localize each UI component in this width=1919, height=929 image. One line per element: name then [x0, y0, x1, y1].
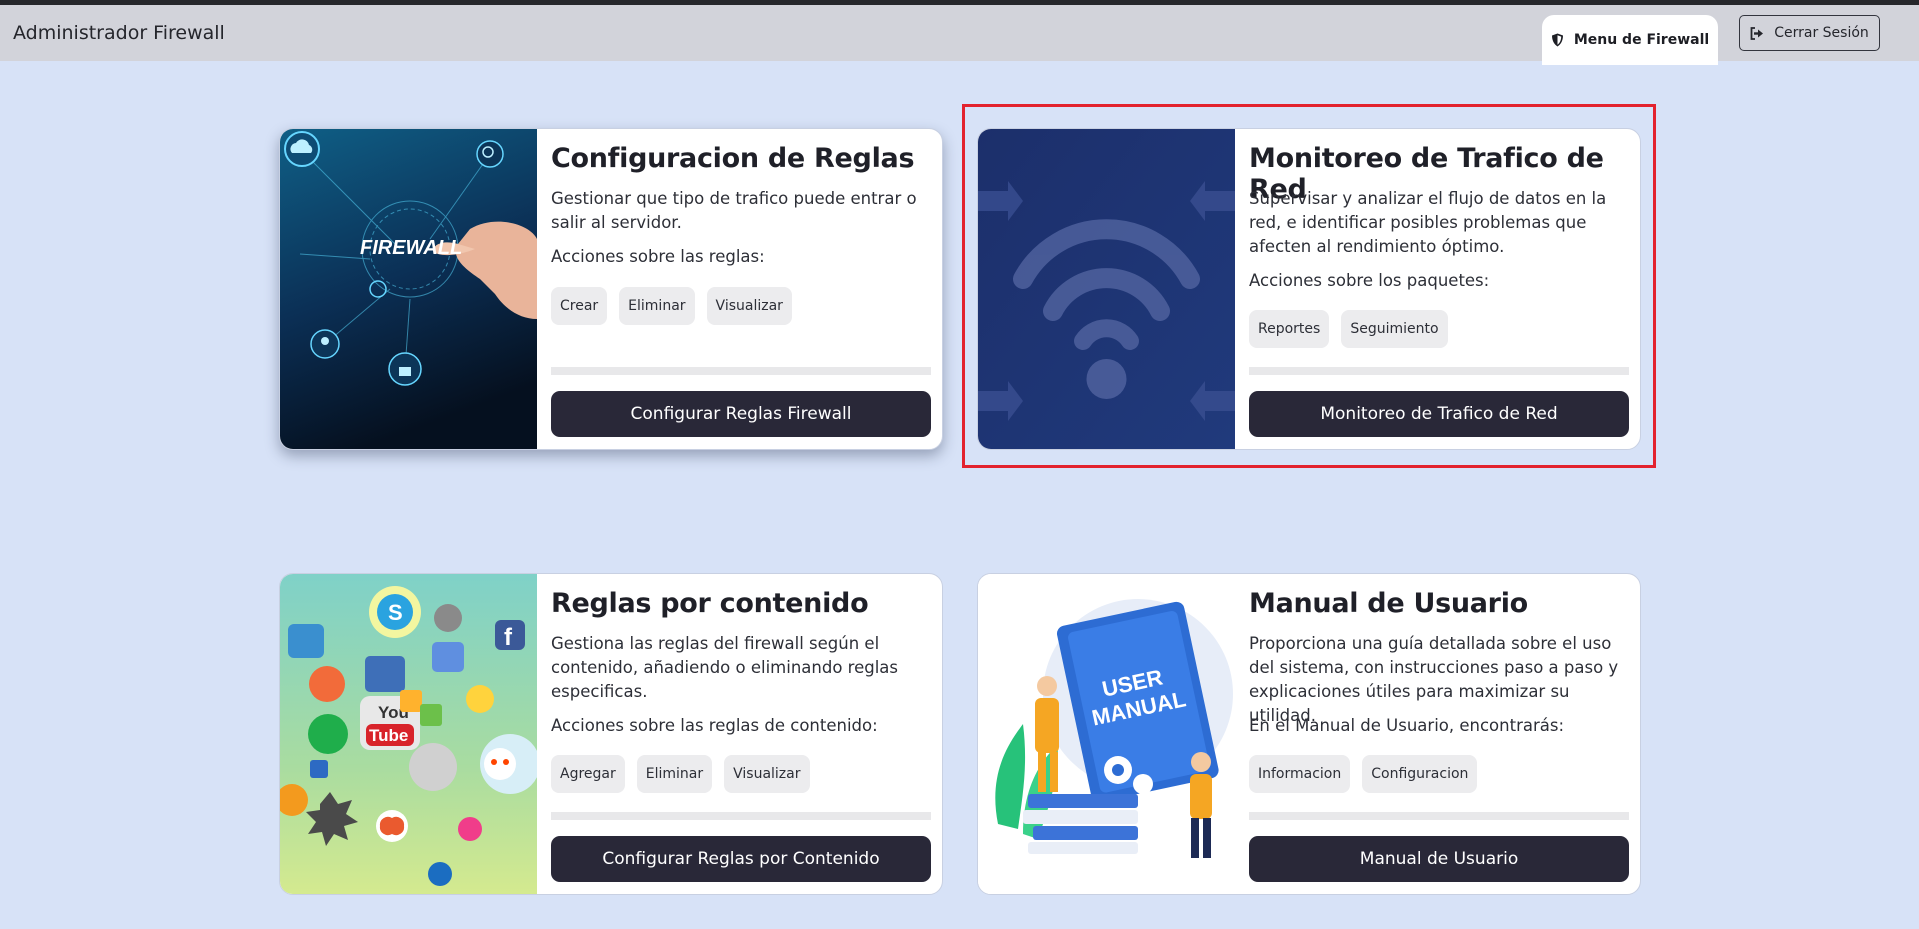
- card-rules-config: FIREWALL Configuracion de Reglas Gestion…: [279, 128, 943, 450]
- chip-visualizar[interactable]: Visualizar: [724, 755, 810, 793]
- progress-bar: [1249, 812, 1629, 820]
- chip-eliminar[interactable]: Eliminar: [619, 287, 695, 325]
- card-body: Reglas por contenido Gestiona las reglas…: [551, 574, 931, 894]
- chip-visualizar[interactable]: Visualizar: [706, 287, 792, 325]
- traffic-monitor-button[interactable]: Monitoreo de Trafico de Red: [1249, 391, 1629, 437]
- configure-content-rules-button[interactable]: Configurar Reglas por Contenido: [551, 836, 931, 882]
- card-actions-label: Acciones sobre los paquetes:: [1249, 271, 1490, 290]
- user-manual-button[interactable]: Manual de Usuario: [1249, 836, 1629, 882]
- logout-button[interactable]: Cerrar Sesión: [1739, 15, 1880, 51]
- chip-group: Reportes Seguimiento: [1249, 310, 1448, 348]
- wifi-image: [978, 129, 1235, 449]
- progress-bar: [551, 367, 931, 375]
- chip-seguimiento[interactable]: Seguimiento: [1341, 310, 1448, 348]
- card-description: Supervisar y analizar el flujo de datos …: [1249, 189, 1607, 256]
- chip-configuracion[interactable]: Configuracion: [1362, 755, 1478, 793]
- configure-rules-button[interactable]: Configurar Reglas Firewall: [551, 391, 931, 437]
- chip-group: Crear Eliminar Visualizar: [551, 287, 792, 325]
- card-body: Configuracion de Reglas Gestionar que ti…: [551, 129, 931, 449]
- card-body: Monitoreo de Trafico de Red Supervisar y…: [1249, 129, 1629, 449]
- svg-text:f: f: [504, 624, 513, 651]
- logout-label: Cerrar Sesión: [1774, 25, 1869, 41]
- shield-icon: [1551, 33, 1563, 47]
- card-body: Manual de Usuario Proporciona una guía d…: [1249, 574, 1629, 894]
- card-description: Gestiona las reglas del firewall según e…: [551, 634, 898, 701]
- chip-informacion[interactable]: Informacion: [1249, 755, 1351, 793]
- chip-agregar[interactable]: Agregar: [551, 755, 625, 793]
- card-title: Manual de Usuario: [1249, 588, 1528, 619]
- chip-group: Informacion Configuracion: [1249, 755, 1478, 793]
- card-description: Gestionar que tipo de trafico puede entr…: [551, 189, 917, 232]
- menu-firewall-tab[interactable]: Menu de Firewall: [1542, 15, 1718, 65]
- chip-group: Agregar Eliminar Visualizar: [551, 755, 810, 793]
- brand-title: Administrador Firewall: [13, 22, 225, 44]
- card-title: Reglas por contenido: [551, 588, 869, 619]
- progress-bar: [551, 812, 931, 820]
- card-content-rules: S f You Tube Reglas por contenido Gestio…: [279, 573, 943, 895]
- menu-firewall-label: Menu de Firewall: [1573, 32, 1710, 48]
- user-manual-image: USERMANUAL: [978, 574, 1235, 894]
- progress-bar: [1249, 367, 1629, 375]
- card-actions-label: En el Manual de Usuario, encontrarás:: [1249, 716, 1565, 735]
- navbar: Administrador Firewall Menu de Firewall …: [0, 5, 1919, 65]
- chip-crear[interactable]: Crear: [551, 287, 608, 325]
- chip-eliminar[interactable]: Eliminar: [636, 755, 713, 793]
- card-title: Configuracion de Reglas: [551, 143, 915, 174]
- svg-text:Tube: Tube: [369, 726, 408, 745]
- card-actions-label: Acciones sobre las reglas:: [551, 247, 765, 266]
- firewall-image-label: FIREWALL: [360, 237, 462, 259]
- firewall-image: FIREWALL: [280, 129, 537, 449]
- card-user-manual: USERMANUAL Manual de Usuario Proporciona…: [977, 573, 1641, 895]
- card-description: Proporciona una guía detallada sobre el …: [1249, 634, 1619, 725]
- sign-out-icon: [1750, 26, 1764, 40]
- card-traffic-monitor: Monitoreo de Trafico de Red Supervisar y…: [977, 128, 1641, 450]
- svg-text:S: S: [388, 600, 403, 625]
- social-icons-image: S f You Tube: [280, 574, 537, 894]
- chip-reportes[interactable]: Reportes: [1249, 310, 1330, 348]
- card-actions-label: Acciones sobre las reglas de contenido:: [551, 716, 878, 735]
